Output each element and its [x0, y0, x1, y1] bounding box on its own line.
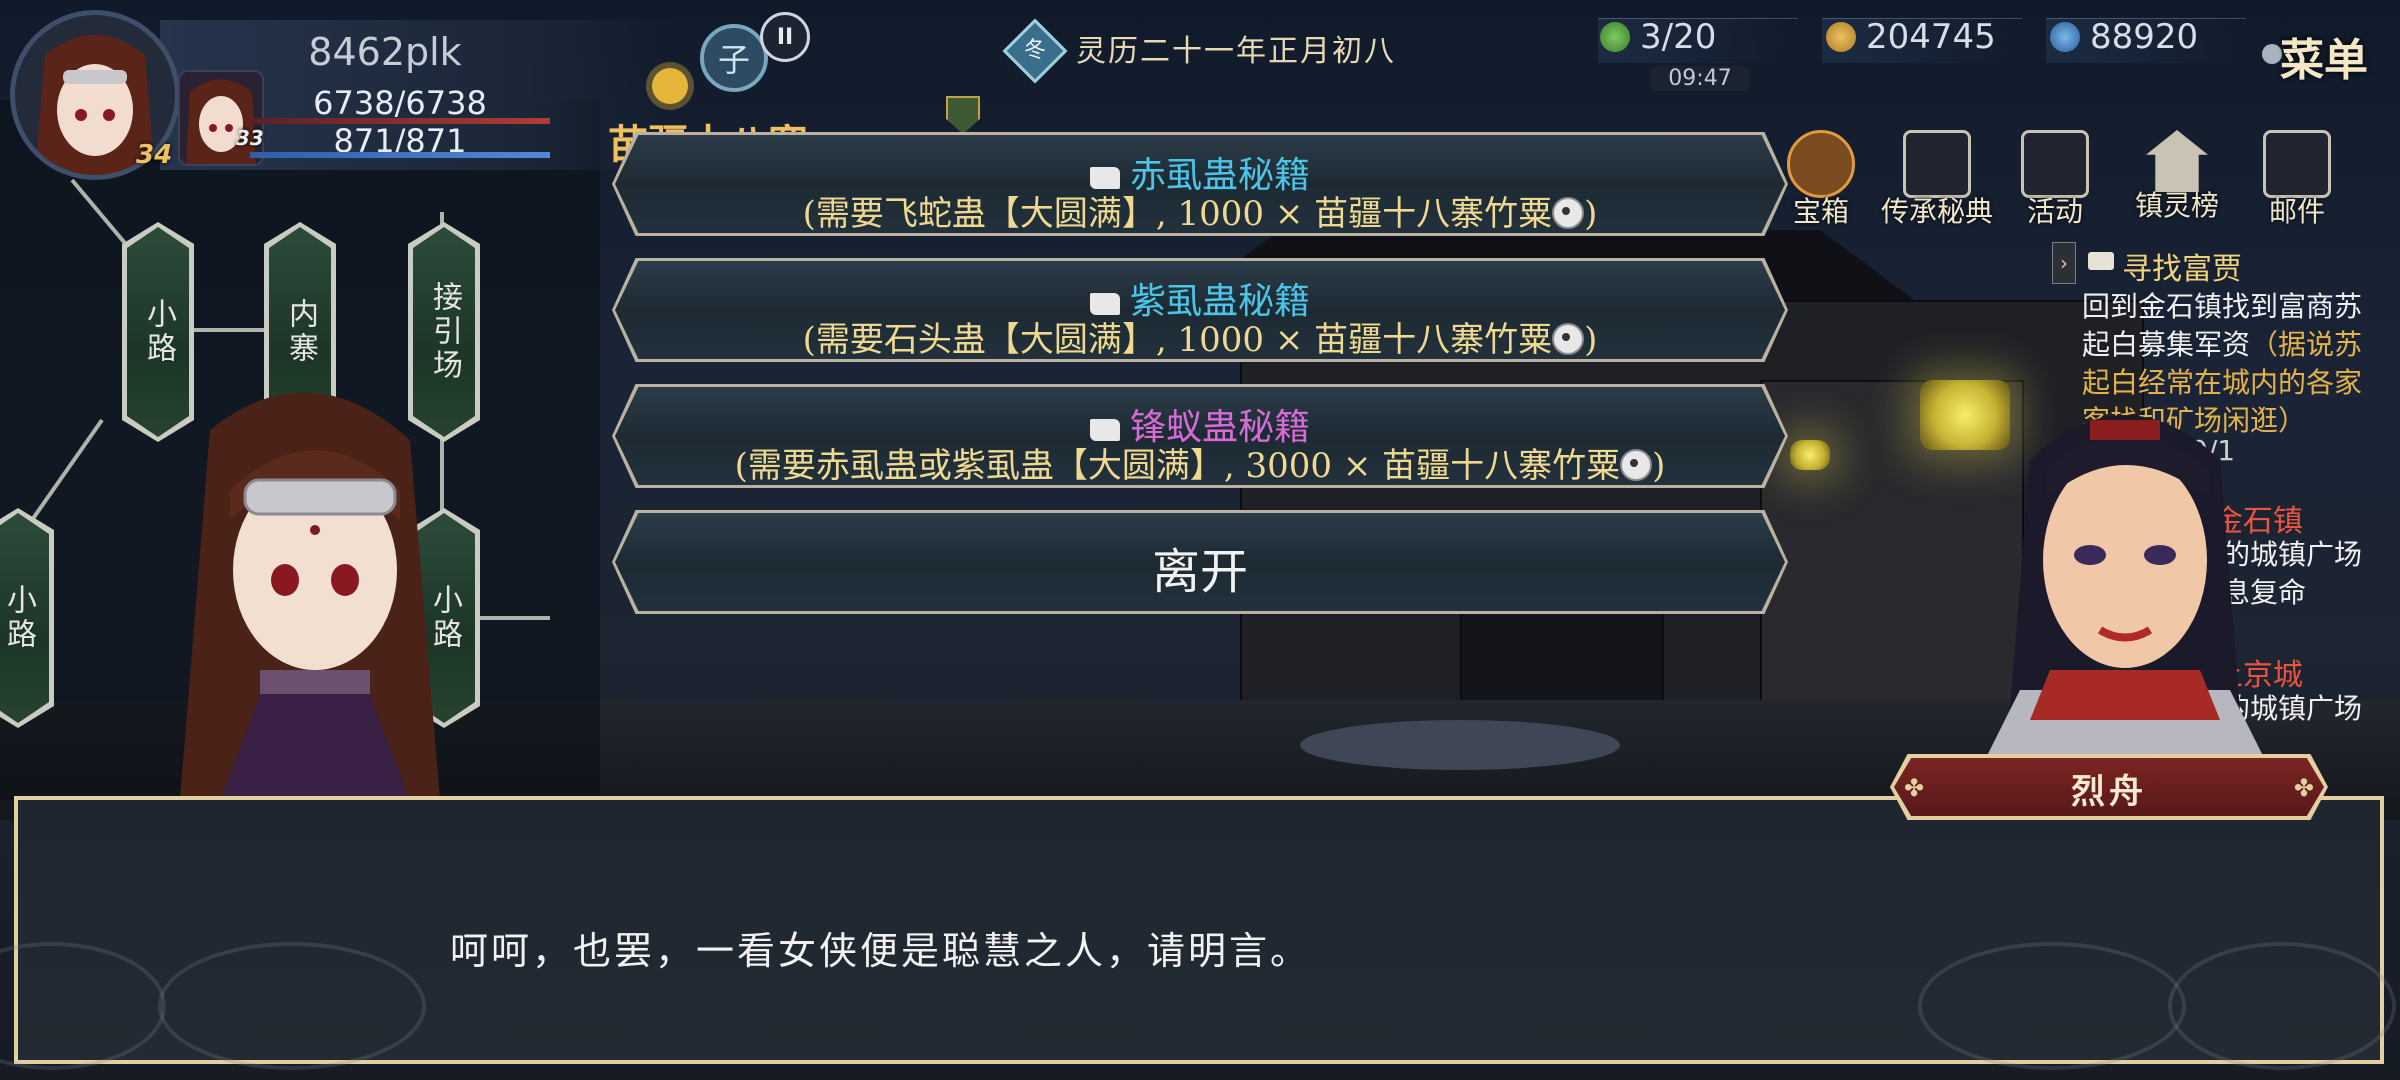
inheritance-tome-button[interactable]: 传承秘典	[1872, 130, 2002, 230]
option-requirement: (需要石头蛊【大圆满】, 1000 × 苗疆十八寨竹粟)	[612, 312, 1788, 361]
sun-icon	[652, 68, 688, 104]
top-icon-label: 传承秘典	[1880, 195, 1993, 228]
player-name: 8462plk	[308, 30, 462, 74]
gift-icon	[2021, 130, 2089, 198]
clock: 09:47	[1650, 66, 1750, 91]
bamboo-grain-coin-icon	[1552, 323, 1585, 355]
option-requirement-close: )	[1652, 446, 1666, 486]
cloud-decoration	[1918, 942, 2186, 1070]
pause-button[interactable]: II	[760, 12, 810, 62]
menu-button[interactable]: 菜单	[2280, 24, 2368, 88]
game-date: 灵历二十一年正月初八	[1076, 34, 1396, 69]
snow-mound	[1300, 720, 1620, 770]
map-node-label: 小路	[1, 584, 36, 652]
map-node-label: 接引场	[427, 281, 462, 383]
spirit-value: 88920	[2090, 17, 2199, 57]
option-chishi-gu-manual[interactable]: 赤虱蛊秘籍 (需要飞蛇蛊【大圆满】, 1000 × 苗疆十八寨竹粟)	[612, 132, 1788, 236]
option-requirement-text: (需要飞蛇蛊【大圆满】, 1000 × 苗疆十八寨竹粟	[802, 194, 1553, 234]
mp-bar	[250, 152, 550, 158]
option-zishi-gu-manual[interactable]: 紫虱蛊秘籍 (需要石头蛊【大圆满】, 1000 × 苗疆十八寨竹粟)	[612, 258, 1788, 362]
top-icon-label: 邮件	[2268, 195, 2325, 228]
quest-collapse-arrow[interactable]: ›	[2052, 242, 2076, 284]
pagoda-icon	[2146, 130, 2208, 192]
option-requirement: (需要赤虱蛊或紫虱蛊【大圆满】, 3000 × 苗疆十八寨竹粟)	[612, 438, 1788, 487]
mail-button[interactable]: 邮件	[2242, 130, 2352, 230]
stamina-icon	[1600, 22, 1630, 52]
map-node-label: 小路	[141, 298, 176, 366]
option-fengyi-gu-manual[interactable]: 锋蚁蛊秘籍 (需要赤虱蛊或紫虱蛊【大圆满】, 3000 × 苗疆十八寨竹粟)	[612, 384, 1788, 488]
coins-value: 204745	[1866, 17, 1996, 57]
map-node-label: 内寨	[283, 298, 318, 366]
time-period-button[interactable]: 子	[700, 24, 768, 92]
mail-icon	[2263, 130, 2331, 198]
season-glyph: 冬	[1023, 38, 1046, 63]
bamboo-grain-coin-icon	[1552, 197, 1585, 229]
hp-value: 6738/6738	[313, 84, 487, 122]
dialog-box[interactable]: 呵呵，也罢，一看女侠便是聪慧之人，请明言。	[0, 796, 2396, 1070]
player-level: 34	[136, 140, 173, 170]
leave-label: 离开	[1151, 544, 1248, 600]
speaker-nameplate: ✤ ✤ 烈舟	[1890, 754, 2328, 820]
events-button[interactable]: 活动	[2000, 130, 2110, 230]
bamboo-grain-coin-icon	[1620, 449, 1653, 481]
coin-icon	[1826, 22, 1856, 52]
option-requirement-text: (需要赤虱蛊或紫虱蛊【大圆满】, 3000 × 苗疆十八寨竹粟	[734, 446, 1621, 486]
lantern	[1790, 440, 1830, 470]
menu-decor-icon	[2262, 44, 2282, 64]
cloud-decoration	[158, 942, 426, 1070]
option-requirement: (需要飞蛇蛊【大圆满】, 1000 × 苗疆十八寨竹粟)	[612, 186, 1788, 235]
tome-icon	[1903, 130, 1971, 198]
cloud-decoration	[0, 942, 166, 1070]
stamina-counter: 3/20	[1600, 14, 1716, 60]
quest-title[interactable]: 寻找富贾	[2122, 244, 2242, 288]
option-requirement-text: (需要石头蛊【大圆满】, 1000 × 苗疆十八寨竹粟	[802, 320, 1553, 360]
option-requirement-close: )	[1584, 320, 1598, 360]
cloud-decoration	[2168, 942, 2396, 1070]
map-node-path-2[interactable]: 小路	[0, 508, 54, 728]
chest-icon	[1787, 130, 1855, 198]
quest-scroll-icon	[2088, 252, 2114, 270]
spirit-counter: 88920	[2050, 14, 2198, 60]
dialog-text: 呵呵，也罢，一看女侠便是聪慧之人，请明言。	[450, 929, 1312, 973]
player-character-portrait	[150, 370, 470, 800]
spirit-swirl-icon	[2050, 22, 2080, 52]
speaker-name: 烈舟	[2071, 772, 2147, 812]
spirit-ranking-button[interactable]: 镇灵榜	[2122, 130, 2232, 224]
top-icon-label: 活动	[2026, 195, 2083, 228]
option-requirement-close: )	[1584, 194, 1598, 234]
stamina-value: 3/20	[1640, 17, 1717, 57]
leave-button[interactable]: 离开	[612, 510, 1788, 614]
npc-portrait-overlay	[1960, 390, 2290, 770]
coins-counter: 204745	[1826, 14, 1996, 60]
